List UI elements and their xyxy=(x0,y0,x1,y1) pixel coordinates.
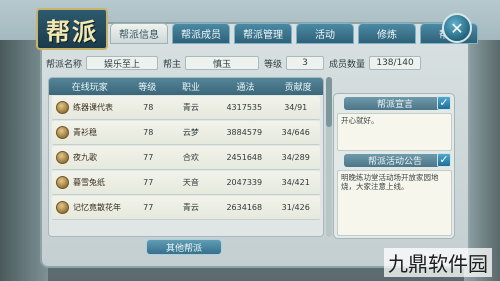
col-header-power[interactable]: 通法 xyxy=(218,80,274,93)
check-icon: ✓ xyxy=(439,96,449,109)
member-level: 78 xyxy=(143,128,154,137)
member-job: 云梦 xyxy=(182,128,199,137)
member-name: 练器课代表 xyxy=(73,103,113,112)
player-avatar-icon xyxy=(56,126,69,139)
col-header-online-player[interactable]: 在线玩家 xyxy=(49,80,130,93)
guild-activity-notice-text: 明晚练功堂活动场开放家园地烧，大家注意上线。 xyxy=(337,170,452,236)
member-contribution: 34/289 xyxy=(281,153,310,162)
table-row[interactable]: 夜九歌 77 合欢 2451648 34/289 xyxy=(52,146,320,170)
guild-members-label: 成员数量 xyxy=(329,59,366,70)
member-power: 2047339 xyxy=(226,178,263,187)
member-name-cell: 练器课代表 xyxy=(52,101,132,114)
guild-notice-panel: 帮派宣言 ✓ 开心就好。 帮派活动公告 ✓ 明晚练功堂活动场开放家园地烧，大家注… xyxy=(333,93,455,239)
member-power: 2451648 xyxy=(226,153,263,162)
table-row[interactable]: 练器课代表 78 青云 4317535 34/91 xyxy=(52,96,320,120)
close-icon: ✕ xyxy=(450,18,464,38)
member-name-cell: 记忆竟散花年 xyxy=(52,201,132,214)
player-avatar-icon xyxy=(56,201,69,214)
member-contribution: 31/426 xyxy=(281,203,310,212)
guild-info-bar: 帮派名称 娱乐至上 帮主 慎玉 等级 3 成员数量 138/140 xyxy=(46,55,466,71)
edit-declaration-checkbox[interactable]: ✓ xyxy=(437,96,451,110)
table-row[interactable]: 青衫稳 78 云梦 3884579 34/646 xyxy=(52,121,320,145)
member-power: 4317535 xyxy=(226,103,263,112)
tab-activities[interactable]: 活动 xyxy=(296,23,354,44)
col-header-contribution[interactable]: 贡献度 xyxy=(273,80,323,93)
tab-bar: 帮派信息 帮派成员 帮派管理 活动 修炼 帮战 xyxy=(110,23,478,44)
table-header: 在线玩家 等级 职业 通法 贡献度 xyxy=(49,78,323,95)
guild-name-label: 帮派名称 xyxy=(46,59,83,70)
col-header-level[interactable]: 等级 xyxy=(130,80,164,93)
member-contribution: 34/91 xyxy=(284,103,308,112)
col-header-job[interactable]: 职业 xyxy=(164,80,218,93)
guild-declaration-text: 开心就好。 xyxy=(337,113,452,151)
tab-training[interactable]: 修炼 xyxy=(358,23,416,44)
other-guilds-button[interactable]: 其他帮派 xyxy=(146,239,222,255)
member-job: 青云 xyxy=(182,203,199,212)
guild-name-value: 娱乐至上 xyxy=(86,56,159,70)
member-contribution: 34/421 xyxy=(281,178,310,187)
table-row[interactable]: 记忆竟散花年 77 青云 2634168 31/426 xyxy=(52,196,320,220)
tab-guild-management[interactable]: 帮派管理 xyxy=(234,23,292,44)
player-avatar-icon xyxy=(56,151,69,164)
check-icon: ✓ xyxy=(439,153,449,166)
member-level: 78 xyxy=(143,103,154,112)
guild-banner-title: 帮派 xyxy=(36,8,108,50)
site-watermark: 九鼎软件园 xyxy=(384,248,492,277)
member-level: 77 xyxy=(143,153,154,162)
tab-guild-info[interactable]: 帮派信息 xyxy=(110,23,168,44)
member-name-cell: 夜九歌 xyxy=(52,151,132,164)
guild-declaration-title: 帮派宣言 xyxy=(344,97,446,110)
member-power: 3884579 xyxy=(226,128,263,137)
member-power: 2634168 xyxy=(226,203,263,212)
player-avatar-icon xyxy=(56,101,69,114)
member-name: 记忆竟散花年 xyxy=(73,203,121,212)
online-members-table: 在线玩家 等级 职业 通法 贡献度 练器课代表 78 青云 4317535 34… xyxy=(48,77,324,237)
edit-activity-notice-checkbox[interactable]: ✓ xyxy=(437,153,451,167)
guild-level-label: 等级 xyxy=(264,59,283,70)
member-job: 天音 xyxy=(182,178,199,187)
member-contribution: 34/646 xyxy=(281,128,310,137)
member-name: 青衫稳 xyxy=(73,128,97,137)
member-job: 合欢 xyxy=(182,153,199,162)
scrollbar-thumb[interactable] xyxy=(326,77,332,127)
member-name-cell: 青衫稳 xyxy=(52,126,132,139)
member-name: 夜九歌 xyxy=(73,153,97,162)
tab-guild-members[interactable]: 帮派成员 xyxy=(172,23,230,44)
member-level: 77 xyxy=(143,178,154,187)
close-button[interactable]: ✕ xyxy=(442,13,472,43)
player-avatar-icon xyxy=(56,176,69,189)
member-job: 青云 xyxy=(182,103,199,112)
member-name: 暮雪兔纸 xyxy=(73,178,105,187)
table-scrollbar[interactable] xyxy=(326,77,332,237)
table-row[interactable]: 暮雪兔纸 77 天音 2047339 34/421 xyxy=(52,171,320,195)
guild-activity-notice-title: 帮派活动公告 xyxy=(344,154,446,167)
guild-leader-label: 帮主 xyxy=(163,59,182,70)
guild-members-value: 138/140 xyxy=(369,56,422,70)
member-level: 77 xyxy=(143,203,154,212)
guild-leader-value: 慎玉 xyxy=(185,56,260,70)
guild-level-value: 3 xyxy=(286,56,325,70)
member-name-cell: 暮雪兔纸 xyxy=(52,176,132,189)
